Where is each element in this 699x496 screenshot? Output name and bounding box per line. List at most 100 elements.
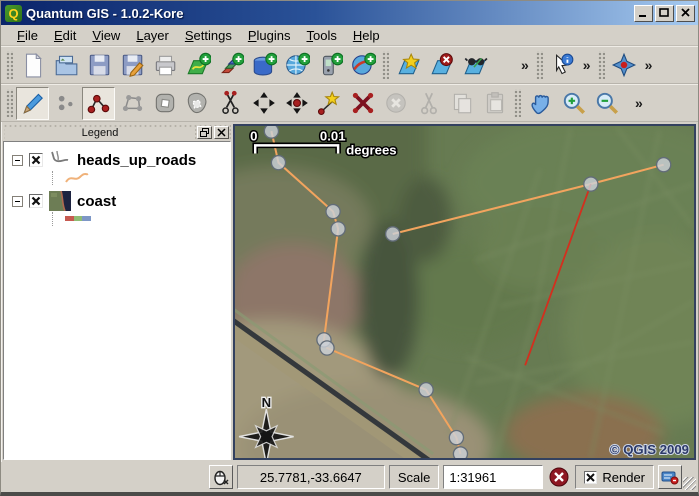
- delete-vertex-button[interactable]: [346, 87, 379, 120]
- zoom-out-button[interactable]: [590, 87, 623, 120]
- toolbar-overflow-chevron-icon[interactable]: »: [641, 57, 657, 73]
- menu-file[interactable]: File: [9, 26, 46, 45]
- remove-layer-button[interactable]: [425, 49, 458, 82]
- toolbar-overflow-chevron-icon[interactable]: »: [631, 95, 647, 111]
- add-wfs-layer-button[interactable]: [280, 49, 313, 82]
- toolbar-grip-handle[interactable]: [6, 89, 13, 117]
- collapse-toggle-icon[interactable]: [12, 155, 23, 166]
- qgis-logo-icon: Q: [5, 5, 22, 22]
- legend-item-coast[interactable]: coast: [12, 191, 226, 211]
- vertex-marker[interactable]: [449, 431, 463, 445]
- capture-line-button[interactable]: [82, 87, 115, 120]
- vertex-marker[interactable]: [326, 204, 340, 218]
- toolbar-overflow-chevron-icon[interactable]: »: [579, 57, 595, 73]
- layer-visibility-checkbox[interactable]: [29, 153, 43, 167]
- add-vector-layer-button[interactable]: [181, 49, 214, 82]
- layer-label[interactable]: coast: [77, 193, 116, 210]
- toolbar-overflow-chevron-icon[interactable]: »: [517, 57, 533, 73]
- menu-help[interactable]: Help: [345, 26, 388, 45]
- render-toggle[interactable]: Render: [575, 465, 654, 489]
- cut-features-button: [412, 87, 445, 120]
- add-gps-layer-button[interactable]: [313, 49, 346, 82]
- vertex-marker[interactable]: [657, 158, 671, 172]
- move-vertex-button[interactable]: [280, 87, 313, 120]
- resize-grip[interactable]: [683, 477, 696, 490]
- add-island-button[interactable]: [181, 87, 214, 120]
- rgb-bands-symbol-icon: [65, 215, 91, 223]
- open-project-button[interactable]: [49, 49, 82, 82]
- toolbar-grip-handle[interactable]: [514, 89, 521, 117]
- window-title: Quantum GIS - 1.0.2-Kore: [26, 6, 632, 21]
- vertex-marker[interactable]: [271, 156, 285, 170]
- add-raster-layer-button[interactable]: [214, 49, 247, 82]
- identify-features-button[interactable]: [546, 49, 579, 82]
- minimize-button[interactable]: [634, 5, 653, 22]
- move-vertex-icon: [284, 90, 310, 116]
- layer-label[interactable]: heads_up_roads: [77, 152, 196, 169]
- legend-close-button[interactable]: [214, 126, 229, 139]
- title-bar[interactable]: Q Quantum GIS - 1.0.2-Kore: [1, 1, 698, 25]
- legend-float-button[interactable]: [197, 126, 212, 139]
- move-feature-button[interactable]: [247, 87, 280, 120]
- open-project-icon: [53, 52, 79, 78]
- projection-button[interactable]: [658, 465, 682, 489]
- new-project-button[interactable]: [16, 49, 49, 82]
- legend-header[interactable]: Legend: [3, 124, 231, 141]
- close-button[interactable]: [676, 5, 695, 22]
- menu-view[interactable]: View: [84, 26, 128, 45]
- vertex-marker[interactable]: [453, 447, 467, 458]
- stop-render-button[interactable]: [547, 465, 571, 489]
- toolbar-grip-handle[interactable]: [598, 51, 605, 79]
- toggle-editing-button[interactable]: [16, 87, 49, 120]
- split-features-button[interactable]: [214, 87, 247, 120]
- map-canvas[interactable]: 0 0.01 degrees N © QGIS 2009: [233, 124, 696, 460]
- render-checkbox[interactable]: [584, 471, 597, 484]
- save-project-button[interactable]: [82, 49, 115, 82]
- toggle-extents-button[interactable]: [209, 465, 233, 489]
- save-project-as-button[interactable]: [115, 49, 148, 82]
- legend-item-heads-up-roads[interactable]: heads_up_roads: [12, 150, 226, 170]
- menu-edit[interactable]: Edit: [46, 26, 84, 45]
- vertex-marker[interactable]: [419, 383, 433, 397]
- copy-features-button: [445, 87, 478, 120]
- menu-plugins[interactable]: Plugins: [240, 26, 299, 45]
- legend-panel: Legend: [3, 124, 231, 460]
- zoom-in-button[interactable]: [557, 87, 590, 120]
- toolbar-grip-handle[interactable]: [6, 51, 13, 79]
- print-button[interactable]: [148, 49, 181, 82]
- north-label: N: [262, 395, 271, 410]
- vertex-marker[interactable]: [320, 341, 334, 355]
- vertex-marker[interactable]: [386, 227, 400, 241]
- split-features-icon: [218, 90, 244, 116]
- vertex-marker[interactable]: [264, 126, 278, 138]
- menu-settings[interactable]: Settings: [177, 26, 240, 45]
- scale-input[interactable]: [443, 465, 543, 489]
- menu-layer[interactable]: Layer: [128, 26, 177, 45]
- copy-features-icon: [449, 90, 475, 116]
- toolbar-grip-handle[interactable]: [382, 51, 389, 79]
- vertex-marker[interactable]: [584, 177, 598, 191]
- new-shapefile-layer-button[interactable]: [392, 49, 425, 82]
- capture-polygon-button[interactable]: [115, 87, 148, 120]
- maximize-button[interactable]: [655, 5, 674, 22]
- toolbar-grip-handle[interactable]: [536, 51, 543, 79]
- new-project-icon: [20, 52, 46, 78]
- add-wms-layer-button[interactable]: [346, 49, 379, 82]
- vertex-marker[interactable]: [331, 222, 345, 236]
- collapse-toggle-icon[interactable]: [12, 196, 23, 207]
- add-postgis-layer-button[interactable]: [247, 49, 280, 82]
- float-panel-icon: [200, 128, 209, 137]
- identify-features-icon: [549, 52, 575, 78]
- pan-map-button[interactable]: [524, 87, 557, 120]
- add-vertex-button[interactable]: [313, 87, 346, 120]
- layer-in-overview-button[interactable]: [458, 49, 491, 82]
- add-vector-layer-icon: [185, 52, 211, 78]
- add-gps-layer-icon: [317, 52, 343, 78]
- decoration-star-button[interactable]: [608, 49, 641, 82]
- toolbar-group: »: [379, 47, 533, 83]
- capture-point-button[interactable]: [49, 87, 82, 120]
- add-ring-button[interactable]: [148, 87, 181, 120]
- legend-symbol-roads: [52, 171, 226, 185]
- layer-visibility-checkbox[interactable]: [29, 194, 43, 208]
- menu-tools[interactable]: Tools: [298, 26, 344, 45]
